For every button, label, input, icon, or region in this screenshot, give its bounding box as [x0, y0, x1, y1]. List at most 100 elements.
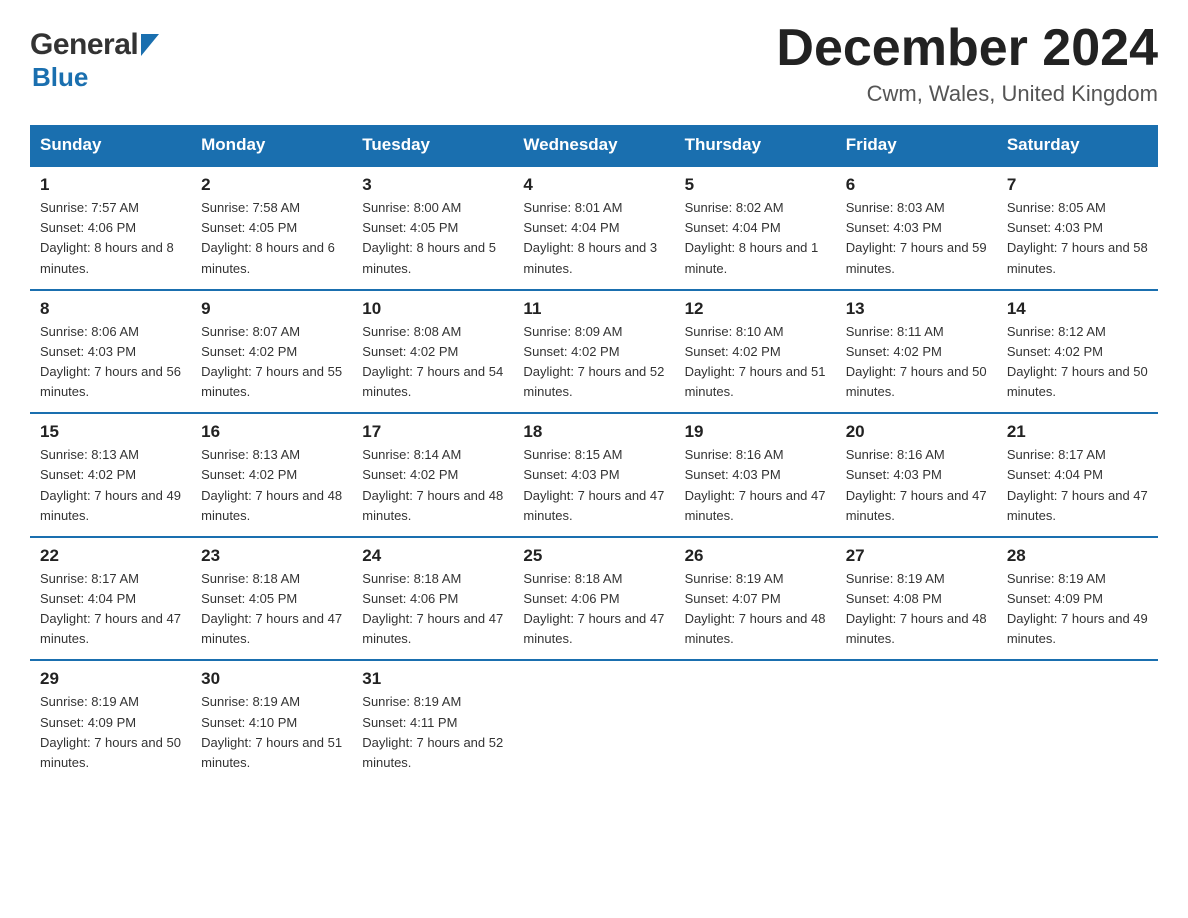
- day-info: Sunrise: 8:16 AMSunset: 4:03 PMDaylight:…: [685, 445, 826, 526]
- day-number: 26: [685, 546, 826, 566]
- day-info: Sunrise: 8:19 AMSunset: 4:08 PMDaylight:…: [846, 569, 987, 650]
- calendar-cell: 10 Sunrise: 8:08 AMSunset: 4:02 PMDayligh…: [352, 290, 513, 414]
- column-header-saturday: Saturday: [997, 125, 1158, 166]
- day-info: Sunrise: 7:58 AMSunset: 4:05 PMDaylight:…: [201, 198, 342, 279]
- day-info: Sunrise: 8:17 AMSunset: 4:04 PMDaylight:…: [40, 569, 181, 650]
- day-number: 9: [201, 299, 342, 319]
- calendar-cell: 31 Sunrise: 8:19 AMSunset: 4:11 PMDayligh…: [352, 660, 513, 783]
- column-header-tuesday: Tuesday: [352, 125, 513, 166]
- day-number: 28: [1007, 546, 1148, 566]
- day-number: 1: [40, 175, 181, 195]
- calendar-cell: [675, 660, 836, 783]
- day-number: 8: [40, 299, 181, 319]
- logo-triangle-icon: [141, 34, 159, 61]
- day-number: 16: [201, 422, 342, 442]
- calendar-cell: 14 Sunrise: 8:12 AMSunset: 4:02 PMDayligh…: [997, 290, 1158, 414]
- calendar-cell: [997, 660, 1158, 783]
- day-number: 30: [201, 669, 342, 689]
- calendar-cell: 1 Sunrise: 7:57 AMSunset: 4:06 PMDaylight…: [30, 166, 191, 290]
- day-info: Sunrise: 8:12 AMSunset: 4:02 PMDaylight:…: [1007, 322, 1148, 403]
- day-number: 7: [1007, 175, 1148, 195]
- day-info: Sunrise: 8:02 AMSunset: 4:04 PMDaylight:…: [685, 198, 826, 279]
- day-info: Sunrise: 8:06 AMSunset: 4:03 PMDaylight:…: [40, 322, 181, 403]
- day-info: Sunrise: 8:00 AMSunset: 4:05 PMDaylight:…: [362, 198, 503, 279]
- day-info: Sunrise: 8:10 AMSunset: 4:02 PMDaylight:…: [685, 322, 826, 403]
- calendar-location: Cwm, Wales, United Kingdom: [776, 81, 1158, 107]
- day-number: 4: [523, 175, 664, 195]
- day-info: Sunrise: 8:17 AMSunset: 4:04 PMDaylight:…: [1007, 445, 1148, 526]
- calendar-title: December 2024: [776, 20, 1158, 77]
- calendar-cell: 4 Sunrise: 8:01 AMSunset: 4:04 PMDaylight…: [513, 166, 674, 290]
- calendar-header-row: SundayMondayTuesdayWednesdayThursdayFrid…: [30, 125, 1158, 166]
- day-number: 17: [362, 422, 503, 442]
- day-number: 20: [846, 422, 987, 442]
- day-info: Sunrise: 7:57 AMSunset: 4:06 PMDaylight:…: [40, 198, 181, 279]
- calendar-week-row: 29 Sunrise: 8:19 AMSunset: 4:09 PMDayligh…: [30, 660, 1158, 783]
- day-info: Sunrise: 8:18 AMSunset: 4:05 PMDaylight:…: [201, 569, 342, 650]
- day-info: Sunrise: 8:19 AMSunset: 4:09 PMDaylight:…: [40, 692, 181, 773]
- day-info: Sunrise: 8:14 AMSunset: 4:02 PMDaylight:…: [362, 445, 503, 526]
- calendar-cell: 28 Sunrise: 8:19 AMSunset: 4:09 PMDayligh…: [997, 537, 1158, 661]
- day-info: Sunrise: 8:19 AMSunset: 4:11 PMDaylight:…: [362, 692, 503, 773]
- calendar-cell: 2 Sunrise: 7:58 AMSunset: 4:05 PMDaylight…: [191, 166, 352, 290]
- day-number: 29: [40, 669, 181, 689]
- day-number: 3: [362, 175, 503, 195]
- calendar-cell: 17 Sunrise: 8:14 AMSunset: 4:02 PMDayligh…: [352, 413, 513, 537]
- column-header-wednesday: Wednesday: [513, 125, 674, 166]
- logo-blue-text: Blue: [32, 62, 88, 92]
- day-number: 15: [40, 422, 181, 442]
- calendar-cell: 8 Sunrise: 8:06 AMSunset: 4:03 PMDaylight…: [30, 290, 191, 414]
- day-number: 10: [362, 299, 503, 319]
- calendar-cell: 20Sunrise: 8:16 AMSunset: 4:03 PMDayligh…: [836, 413, 997, 537]
- day-number: 21: [1007, 422, 1148, 442]
- column-header-thursday: Thursday: [675, 125, 836, 166]
- calendar-cell: 7Sunrise: 8:05 AMSunset: 4:03 PMDaylight…: [997, 166, 1158, 290]
- day-number: 14: [1007, 299, 1148, 319]
- day-info: Sunrise: 8:15 AMSunset: 4:03 PMDaylight:…: [523, 445, 664, 526]
- day-info: Sunrise: 8:19 AMSunset: 4:10 PMDaylight:…: [201, 692, 342, 773]
- calendar-cell: 21 Sunrise: 8:17 AMSunset: 4:04 PMDayligh…: [997, 413, 1158, 537]
- calendar-cell: 6Sunrise: 8:03 AMSunset: 4:03 PMDaylight…: [836, 166, 997, 290]
- calendar-cell: 18 Sunrise: 8:15 AMSunset: 4:03 PMDayligh…: [513, 413, 674, 537]
- day-number: 24: [362, 546, 503, 566]
- calendar-cell: 5 Sunrise: 8:02 AMSunset: 4:04 PMDaylight…: [675, 166, 836, 290]
- day-number: 2: [201, 175, 342, 195]
- calendar-week-row: 8 Sunrise: 8:06 AMSunset: 4:03 PMDaylight…: [30, 290, 1158, 414]
- calendar-cell: [836, 660, 997, 783]
- day-info: Sunrise: 8:09 AMSunset: 4:02 PMDaylight:…: [523, 322, 664, 403]
- day-number: 25: [523, 546, 664, 566]
- calendar-week-row: 1 Sunrise: 7:57 AMSunset: 4:06 PMDaylight…: [30, 166, 1158, 290]
- day-info: Sunrise: 8:08 AMSunset: 4:02 PMDaylight:…: [362, 322, 503, 403]
- day-info: Sunrise: 8:01 AMSunset: 4:04 PMDaylight:…: [523, 198, 664, 279]
- calendar-cell: 11 Sunrise: 8:09 AMSunset: 4:02 PMDayligh…: [513, 290, 674, 414]
- day-number: 22: [40, 546, 181, 566]
- calendar-week-row: 15 Sunrise: 8:13 AMSunset: 4:02 PMDayligh…: [30, 413, 1158, 537]
- calendar-table: SundayMondayTuesdayWednesdayThursdayFrid…: [30, 125, 1158, 783]
- title-block: December 2024 Cwm, Wales, United Kingdom: [776, 20, 1158, 107]
- calendar-cell: 23 Sunrise: 8:18 AMSunset: 4:05 PMDayligh…: [191, 537, 352, 661]
- page-header: General Blue December 2024 Cwm, Wales, U…: [30, 20, 1158, 107]
- calendar-cell: 9Sunrise: 8:07 AMSunset: 4:02 PMDaylight…: [191, 290, 352, 414]
- day-number: 31: [362, 669, 503, 689]
- day-info: Sunrise: 8:18 AMSunset: 4:06 PMDaylight:…: [362, 569, 503, 650]
- column-header-sunday: Sunday: [30, 125, 191, 166]
- calendar-cell: [513, 660, 674, 783]
- calendar-cell: 29 Sunrise: 8:19 AMSunset: 4:09 PMDayligh…: [30, 660, 191, 783]
- calendar-cell: 24 Sunrise: 8:18 AMSunset: 4:06 PMDayligh…: [352, 537, 513, 661]
- calendar-cell: 19Sunrise: 8:16 AMSunset: 4:03 PMDayligh…: [675, 413, 836, 537]
- day-number: 11: [523, 299, 664, 319]
- day-number: 18: [523, 422, 664, 442]
- day-number: 6: [846, 175, 987, 195]
- day-number: 5: [685, 175, 826, 195]
- day-info: Sunrise: 8:13 AMSunset: 4:02 PMDaylight:…: [201, 445, 342, 526]
- day-info: Sunrise: 8:13 AMSunset: 4:02 PMDaylight:…: [40, 445, 181, 526]
- logo-general-text: General: [30, 28, 138, 62]
- day-number: 12: [685, 299, 826, 319]
- day-info: Sunrise: 8:11 AMSunset: 4:02 PMDaylight:…: [846, 322, 987, 403]
- calendar-cell: 3 Sunrise: 8:00 AMSunset: 4:05 PMDaylight…: [352, 166, 513, 290]
- logo: General Blue: [30, 20, 159, 93]
- calendar-cell: 25Sunrise: 8:18 AMSunset: 4:06 PMDayligh…: [513, 537, 674, 661]
- day-info: Sunrise: 8:19 AMSunset: 4:09 PMDaylight:…: [1007, 569, 1148, 650]
- calendar-cell: 12 Sunrise: 8:10 AMSunset: 4:02 PMDayligh…: [675, 290, 836, 414]
- day-number: 23: [201, 546, 342, 566]
